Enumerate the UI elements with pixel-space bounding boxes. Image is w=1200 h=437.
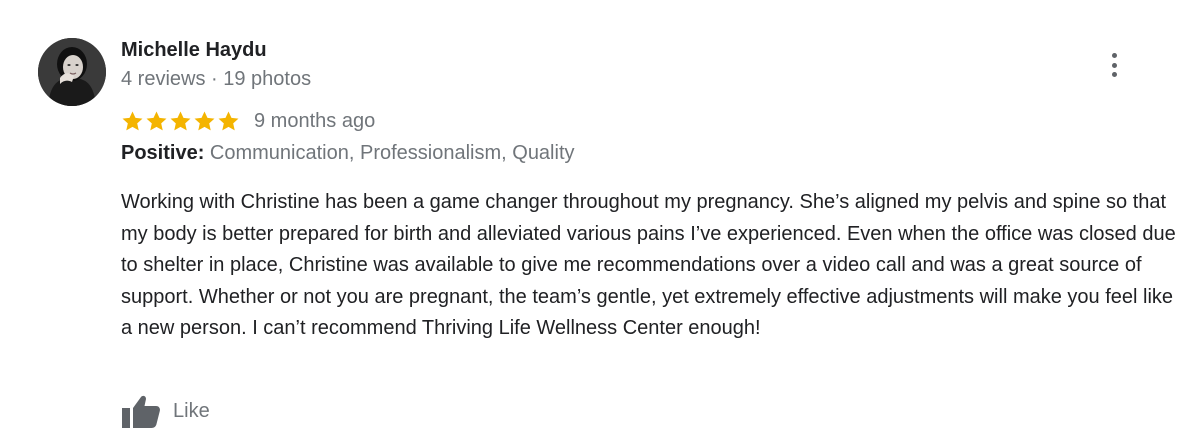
more-options-button[interactable] [1100,50,1128,80]
thumbs-up-icon [122,395,160,428]
review-card: Michelle Haydu 4 reviews · 19 photos 9 m… [0,0,1200,437]
rating-row: 9 months ago [121,107,375,135]
positive-label: Positive: [121,142,205,164]
star-icon [194,110,215,130]
star-icon [146,110,167,130]
like-button[interactable]: Like [121,393,210,429]
author-name[interactable]: Michelle Haydu [121,38,267,62]
author-meta[interactable]: 4 reviews · 19 photos [121,66,311,92]
positive-values: Communication, Professionalism, Quality [209,142,575,164]
avatar-photo [38,38,106,106]
like-label: Like [173,399,210,422]
review-text: Working with Christine has been a game c… [121,191,1176,339]
review-time: 9 months ago [254,110,376,132]
more-vert-icon [1111,53,1117,58]
star-icon [122,110,143,130]
star-icon [218,110,239,130]
star-icon [170,110,191,130]
star-rating [121,110,240,133]
positive-attributes: Positive: Communication, Professionalism… [121,140,575,166]
avatar[interactable] [38,38,106,106]
